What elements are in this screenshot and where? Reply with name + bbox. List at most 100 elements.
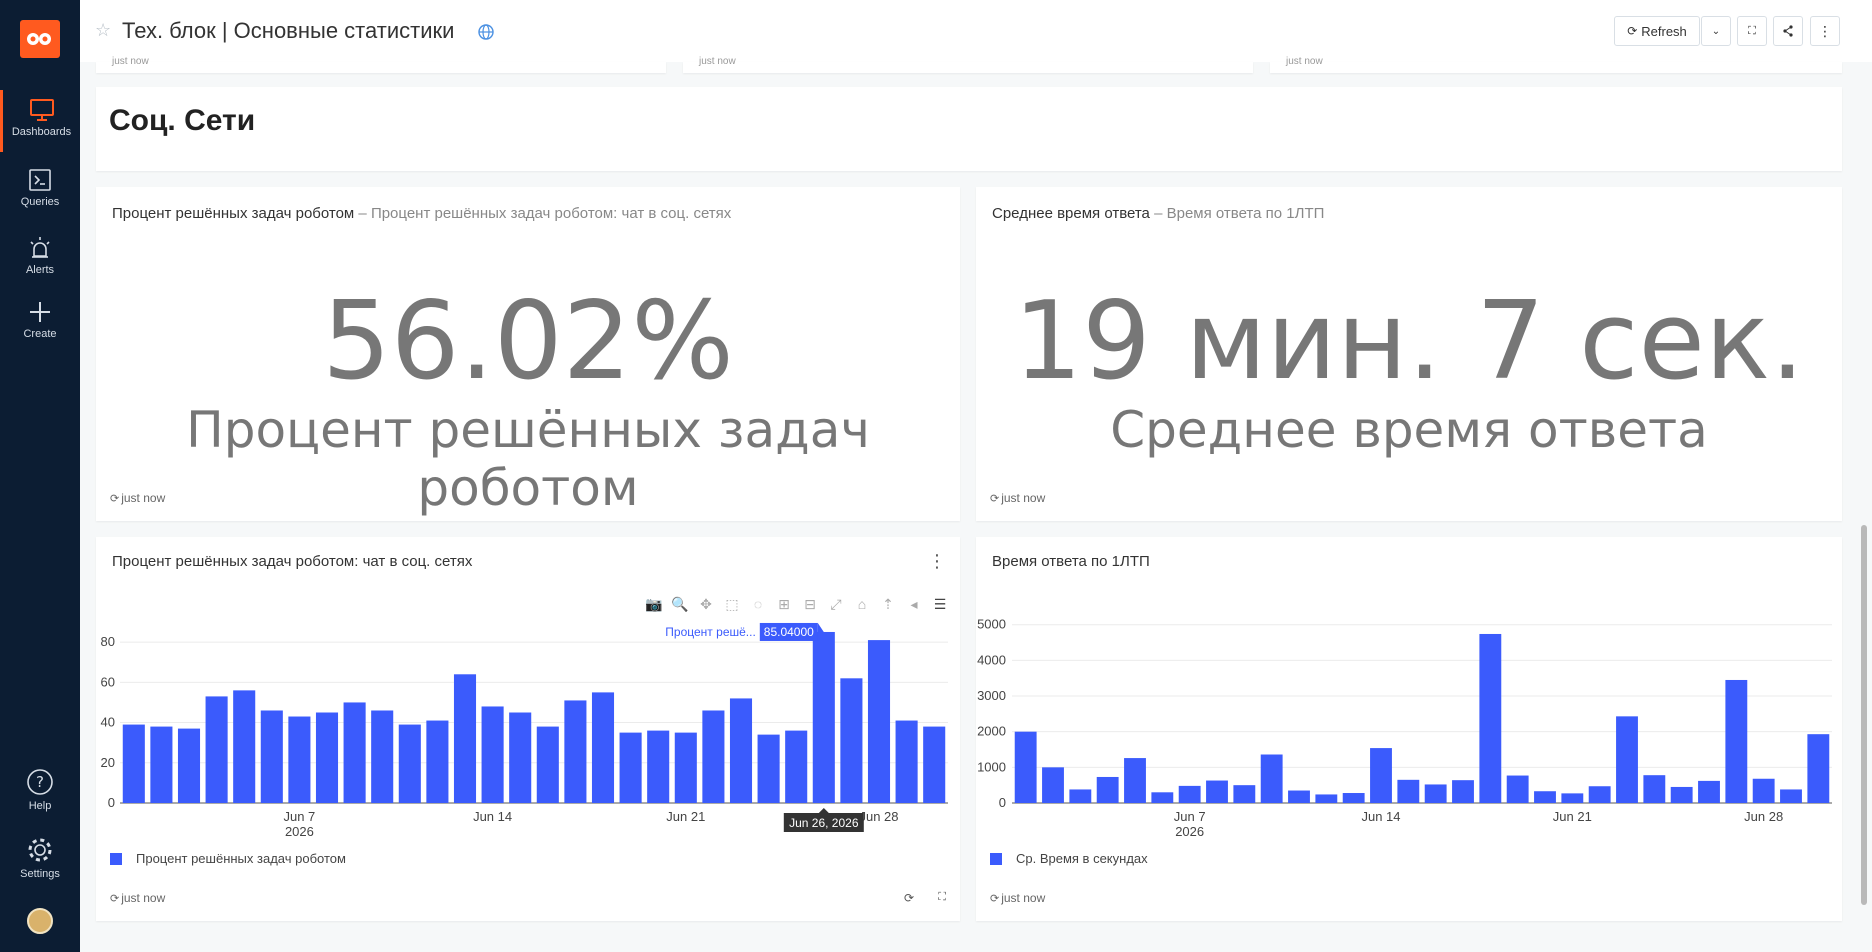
refresh-dropdown-button[interactable]: ⌄ [1701, 16, 1731, 46]
bar[interactable] [1233, 785, 1256, 803]
legend-label: Процент решённых задач роботом [136, 851, 346, 866]
bar[interactable] [343, 702, 366, 803]
page-scrollbar[interactable] [1861, 525, 1867, 905]
bar[interactable] [1178, 785, 1201, 803]
plus-icon [30, 302, 50, 322]
bar[interactable] [674, 732, 697, 803]
bar[interactable] [867, 640, 891, 803]
bar[interactable] [288, 716, 311, 803]
bar[interactable] [1780, 789, 1802, 803]
refresh-small-icon: ⟳ [990, 493, 1000, 505]
stub-timestamp: just now [1286, 56, 1323, 67]
app-logo[interactable] [20, 20, 60, 58]
y-tick-label: 20 [101, 755, 115, 770]
bar[interactable] [1698, 780, 1720, 803]
bar[interactable] [591, 692, 615, 803]
bar[interactable] [371, 710, 394, 803]
nav-dashboards[interactable]: Dashboards [0, 90, 80, 152]
share-button[interactable] [1773, 16, 1803, 46]
bar[interactable] [840, 678, 863, 803]
expand-widget-icon[interactable]: ⛶ [938, 891, 946, 904]
nav-alerts-label: Alerts [25, 264, 55, 276]
bar[interactable] [923, 726, 946, 803]
bar[interactable] [1315, 794, 1338, 803]
y-tick-label: 80 [101, 634, 115, 649]
bar[interactable] [1096, 776, 1119, 803]
bar[interactable] [315, 712, 339, 804]
bar[interactable] [1424, 784, 1447, 803]
bar[interactable] [785, 730, 808, 803]
bar[interactable] [1288, 790, 1310, 803]
bar[interactable] [536, 726, 559, 803]
bar[interactable] [481, 706, 504, 803]
bar[interactable] [895, 720, 918, 803]
widget-title: Среднее время ответа – Время ответа по 1… [992, 205, 1324, 222]
nav-create[interactable]: Create [0, 292, 80, 354]
bar[interactable] [1588, 786, 1611, 803]
bar[interactable] [122, 724, 145, 803]
user-avatar[interactable] [27, 908, 53, 934]
x-tick-label: Jun 21 [666, 809, 705, 824]
prev-widget-stub-2: just now [683, 56, 1253, 73]
bar[interactable] [1534, 791, 1556, 803]
bar[interactable] [1069, 789, 1092, 803]
bar[interactable] [1643, 775, 1666, 803]
bar[interactable] [260, 710, 283, 803]
fullscreen-button[interactable]: ⛶ [1737, 16, 1767, 46]
bar[interactable] [205, 696, 228, 803]
bar[interactable] [398, 724, 421, 803]
bar[interactable] [1725, 679, 1748, 803]
bar[interactable] [1151, 792, 1174, 803]
bar[interactable] [729, 698, 753, 803]
bar[interactable] [1561, 793, 1584, 803]
bar[interactable] [1014, 731, 1037, 803]
sidebar: Dashboards Queries Alerts Create ? Help … [0, 0, 80, 952]
bar[interactable] [1670, 786, 1693, 803]
bar[interactable] [1042, 767, 1064, 803]
bar[interactable] [757, 734, 780, 803]
bar[interactable] [1370, 748, 1392, 803]
chart-widget-response-time: Время ответа по 1ЛТП 0 1000 2000 3000 4000 50… [976, 537, 1842, 921]
hover-date-arrow [818, 808, 829, 813]
monitor-icon [29, 99, 54, 121]
refresh-widget-icon[interactable]: ⟳ [904, 891, 914, 905]
bar[interactable] [619, 732, 642, 803]
refresh-small-icon: ⟳ [990, 893, 1000, 905]
bar[interactable] [1506, 775, 1529, 803]
widget-title-separator: – [358, 205, 371, 222]
y-tick-label: 40 [101, 715, 115, 730]
bar[interactable] [1807, 734, 1830, 803]
refresh-button[interactable]: ⟳ Refresh [1614, 16, 1700, 46]
bar[interactable] [150, 726, 173, 803]
bar[interactable] [1452, 780, 1474, 803]
bar[interactable] [509, 712, 532, 804]
x-tick-label: Jun 7 [1174, 809, 1206, 824]
bar[interactable] [177, 728, 201, 803]
bar[interactable] [564, 700, 587, 803]
bar[interactable] [1206, 780, 1228, 803]
bar[interactable] [453, 674, 477, 803]
bar[interactable] [1397, 779, 1420, 803]
chart-legend[interactable]: Ср. Время в секундах [990, 851, 1148, 866]
nav-alerts[interactable]: Alerts [0, 228, 80, 290]
favorite-star-icon[interactable]: ☆ [95, 20, 111, 41]
bar[interactable] [702, 710, 725, 803]
bar[interactable] [647, 730, 670, 803]
chart-legend[interactable]: Процент решённых задач роботом [110, 851, 346, 866]
counter-widget-response-time: Среднее время ответа – Время ответа по 1… [976, 187, 1842, 521]
bar[interactable] [1616, 716, 1638, 803]
bar[interactable] [1479, 633, 1502, 803]
bar[interactable] [426, 720, 449, 803]
nav-queries[interactable]: Queries [0, 160, 80, 222]
more-menu-button[interactable]: ⋮ [1810, 16, 1840, 46]
nav-settings[interactable]: Settings [0, 828, 80, 890]
globe-icon [478, 24, 494, 40]
legend-swatch [990, 852, 1002, 865]
bar[interactable] [1124, 758, 1146, 803]
bar[interactable] [233, 690, 256, 803]
nav-help[interactable]: ? Help [0, 760, 80, 822]
bar[interactable] [1752, 778, 1775, 803]
bar[interactable] [1260, 754, 1283, 803]
bar[interactable] [812, 631, 835, 803]
bar[interactable] [1342, 793, 1365, 803]
